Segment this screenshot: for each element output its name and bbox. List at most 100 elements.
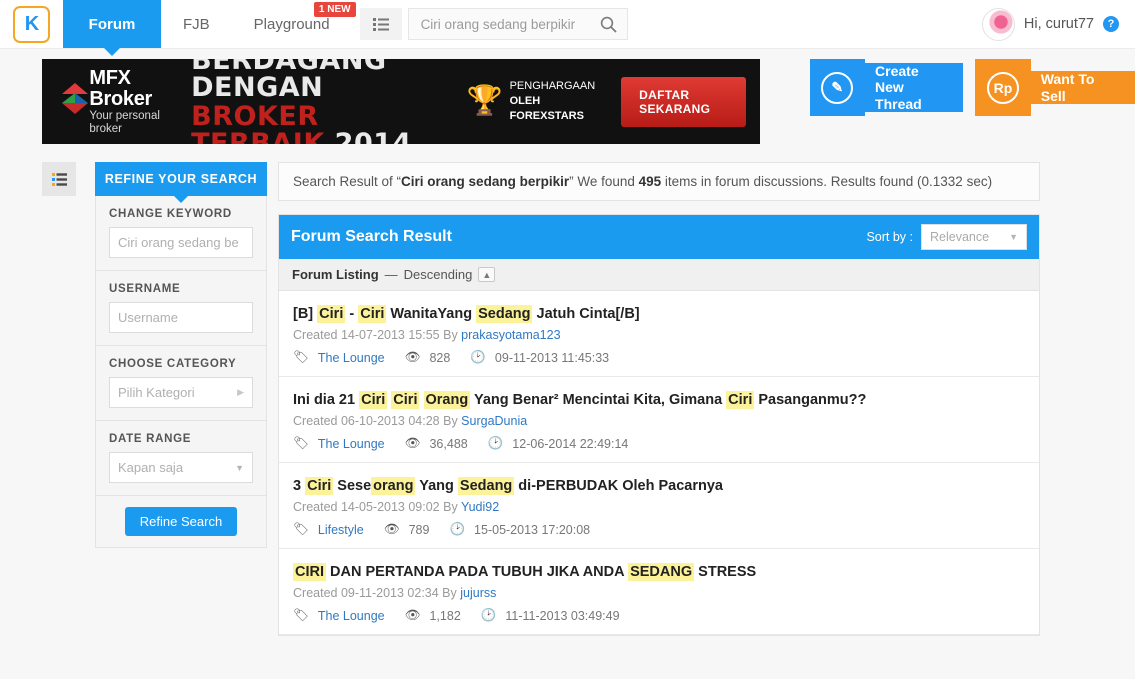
result-category-link[interactable]: The Lounge	[318, 609, 385, 623]
result-title[interactable]: 3 Ciri Sese orang Yang Sedang di-PERBUDAK…	[293, 476, 1025, 497]
result-category-link[interactable]: Lifestyle	[318, 523, 364, 537]
tag-icon: 🏷	[293, 350, 309, 365]
results-list: [B] Ciri - Ciri WanitaYang Sedang Jatuh …	[279, 291, 1039, 636]
sort-by-select[interactable]: Relevance ▼	[921, 224, 1027, 250]
result-created-line: Created 14-05-2013 09:02 By Yudi92	[293, 500, 1025, 514]
search-term-highlight: Ciri	[358, 305, 387, 323]
search-icon[interactable]	[600, 16, 617, 33]
result-created-line: Created 09-11-2013 02:34 By jujurss	[293, 586, 1025, 600]
result-item[interactable]: Ini dia 21 Ciri Ciri Orang Yang Benar² M…	[279, 377, 1039, 464]
result-title-text: Ini dia 21	[293, 392, 360, 409]
create-new-thread-button[interactable]: ✎ Create New Thread	[809, 59, 964, 116]
result-category-link[interactable]: The Lounge	[318, 437, 385, 451]
date-range-select[interactable]: Kapan saja ▼	[109, 452, 253, 483]
pencil-icon: ✎	[821, 71, 854, 104]
tag-icon: 🏷	[293, 522, 309, 537]
refine-search-sidebar: REFINE YOUR SEARCH CHANGE KEYWORD USERNA…	[95, 162, 267, 636]
tag-icon: 🏷	[293, 436, 309, 451]
left-icon-column	[42, 162, 95, 636]
filter-change-keyword: CHANGE KEYWORD	[96, 196, 266, 271]
result-last-post: 11-11-2013 03:49:49	[505, 608, 620, 623]
result-title-text: Pasanganmu??	[754, 392, 867, 409]
result-views: 1,182	[429, 608, 461, 623]
nav-tab-forum[interactable]: Forum	[63, 0, 161, 56]
result-title-text: STRESS	[694, 564, 757, 581]
site-logo[interactable]: K	[0, 0, 63, 48]
result-title-text: -	[345, 306, 359, 322]
search-term-highlight: Ciri	[391, 391, 420, 410]
ad-headline-line2: BROKER TERBAIK	[191, 100, 325, 145]
create-thread-icon-cell: ✎	[809, 59, 866, 116]
nav-tab-playground[interactable]: Playground 1 NEW	[232, 0, 356, 48]
filter-date-range: DATE RANGE Kapan saja ▼	[96, 421, 266, 496]
search-term-highlight: Ciri	[726, 391, 755, 410]
filter-label-date-range: DATE RANGE	[109, 433, 192, 445]
nav-tab-fjb[interactable]: FJB	[161, 0, 232, 48]
result-author-link[interactable]: jujurss	[460, 586, 496, 600]
keyword-input[interactable]	[109, 227, 253, 258]
clock-icon: 🕑	[480, 608, 497, 623]
summary-prefix: Search Result of “	[293, 174, 402, 189]
result-created-line: Created 06-10-2013 04:28 By SurgaDunia	[293, 414, 1025, 428]
sort-direction-toggle[interactable]: ▲	[478, 267, 496, 282]
panel-header: Forum Search Result Sort by : Relevance …	[279, 215, 1039, 259]
result-meta: 🏷 The Lounge 👁 36,488 🕑 12-06-2014 22:49:14	[293, 436, 1025, 451]
clock-icon: 🕑	[487, 436, 504, 451]
listing-label: Forum Listing	[292, 267, 379, 282]
result-views: 789	[408, 522, 430, 537]
result-title-text: Sese	[333, 478, 372, 495]
refine-button-wrap: Refine Search	[96, 496, 266, 547]
chevron-down-icon: ▼	[235, 462, 244, 473]
result-author-link[interactable]: SurgaDunia	[461, 414, 527, 428]
result-author-link[interactable]: prakasyotama123	[461, 328, 560, 342]
result-created-text: Created 09-11-2013 02:34 By	[293, 586, 461, 601]
forum-search-result-panel: Forum Search Result Sort by : Relevance …	[278, 214, 1040, 637]
result-created-text: Created 14-07-2013 15:55 By	[293, 328, 462, 343]
new-badge: 1 NEW	[313, 2, 356, 17]
summary-query: Ciri orang sedang berpikir	[401, 174, 570, 189]
want-to-sell-button[interactable]: Rp Want To Sell	[975, 59, 1135, 116]
ad-cta-button[interactable]: DAFTAR SEKARANG	[621, 76, 746, 127]
result-title-text: Yang Benar² Mencintai Kita, Gimana	[470, 392, 727, 409]
result-meta: 🏷 The Lounge 👁 1,182 🕑 11-11-2013 03:49:49	[293, 608, 1025, 623]
sort-by-label: Sort by :	[866, 230, 913, 244]
eye-icon: 👁	[404, 436, 421, 451]
result-title-text: DAN PERTANDA PADA TUBUH JIKA ANDA	[326, 564, 629, 581]
kaskus-k-icon: K	[13, 5, 50, 43]
result-title[interactable]: [B] Ciri - Ciri WanitaYang Sedang Jatuh …	[293, 304, 1025, 325]
result-last-post: 12-06-2014 22:49:14	[512, 436, 629, 451]
global-search-box[interactable]	[407, 8, 628, 40]
search-input[interactable]	[418, 15, 600, 33]
nav-tab-forum-label: Forum	[88, 15, 136, 33]
category-select[interactable]: Pilih Kategori ▶	[109, 377, 253, 408]
ad-award-line2: OLEH FOREXSTARS	[509, 95, 584, 122]
search-term-highlight: CIRI	[293, 563, 326, 582]
ad-award-block: 🏆 PENGHARGAAN OLEH FOREXSTARS	[466, 79, 595, 124]
banner-row: MFX Broker Your personal broker BERDAGAN…	[0, 49, 1135, 144]
result-views: 828	[429, 350, 451, 365]
result-author-link[interactable]: Yudi92	[461, 500, 499, 514]
nav-list-icon[interactable]	[359, 8, 402, 40]
create-thread-label: Create New Thread	[865, 63, 964, 112]
filter-label-username: USERNAME	[109, 283, 181, 295]
refine-search-button[interactable]: Refine Search	[124, 507, 238, 536]
result-created-text: Created 06-10-2013 04:28 By	[293, 414, 462, 429]
sidebar-toggle-button[interactable]	[42, 162, 76, 196]
result-title[interactable]: Ini dia 21 Ciri Ciri Orang Yang Benar² M…	[293, 390, 1025, 411]
result-item[interactable]: 3 Ciri Sese orang Yang Sedang di-PERBUDAK…	[279, 463, 1039, 550]
trophy-icon: 🏆	[466, 85, 503, 117]
result-item[interactable]: CIRI DAN PERTANDA PADA TUBUH JIKA ANDA S…	[279, 549, 1039, 636]
result-title[interactable]: CIRI DAN PERTANDA PADA TUBUH JIKA ANDA S…	[293, 562, 1025, 583]
advertisement-banner[interactable]: MFX Broker Your personal broker BERDAGAN…	[42, 59, 760, 144]
ad-headline-year: 2014	[334, 127, 412, 145]
mfx-cube-icon	[56, 82, 88, 121]
avatar	[981, 7, 1015, 41]
top-navigation-bar: K Forum FJB Playground 1 NEW Hi, curut77…	[0, 0, 1135, 56]
result-item[interactable]: [B] Ciri - Ciri WanitaYang Sedang Jatuh …	[279, 291, 1039, 378]
result-category-link[interactable]: The Lounge	[318, 351, 385, 365]
chevron-right-icon: ▶	[237, 387, 244, 397]
question-mark-icon[interactable]: ?	[1103, 16, 1119, 32]
user-menu[interactable]: Hi, curut77 ?	[981, 0, 1135, 48]
result-title-text: 3	[293, 478, 306, 495]
username-input[interactable]	[109, 302, 253, 333]
